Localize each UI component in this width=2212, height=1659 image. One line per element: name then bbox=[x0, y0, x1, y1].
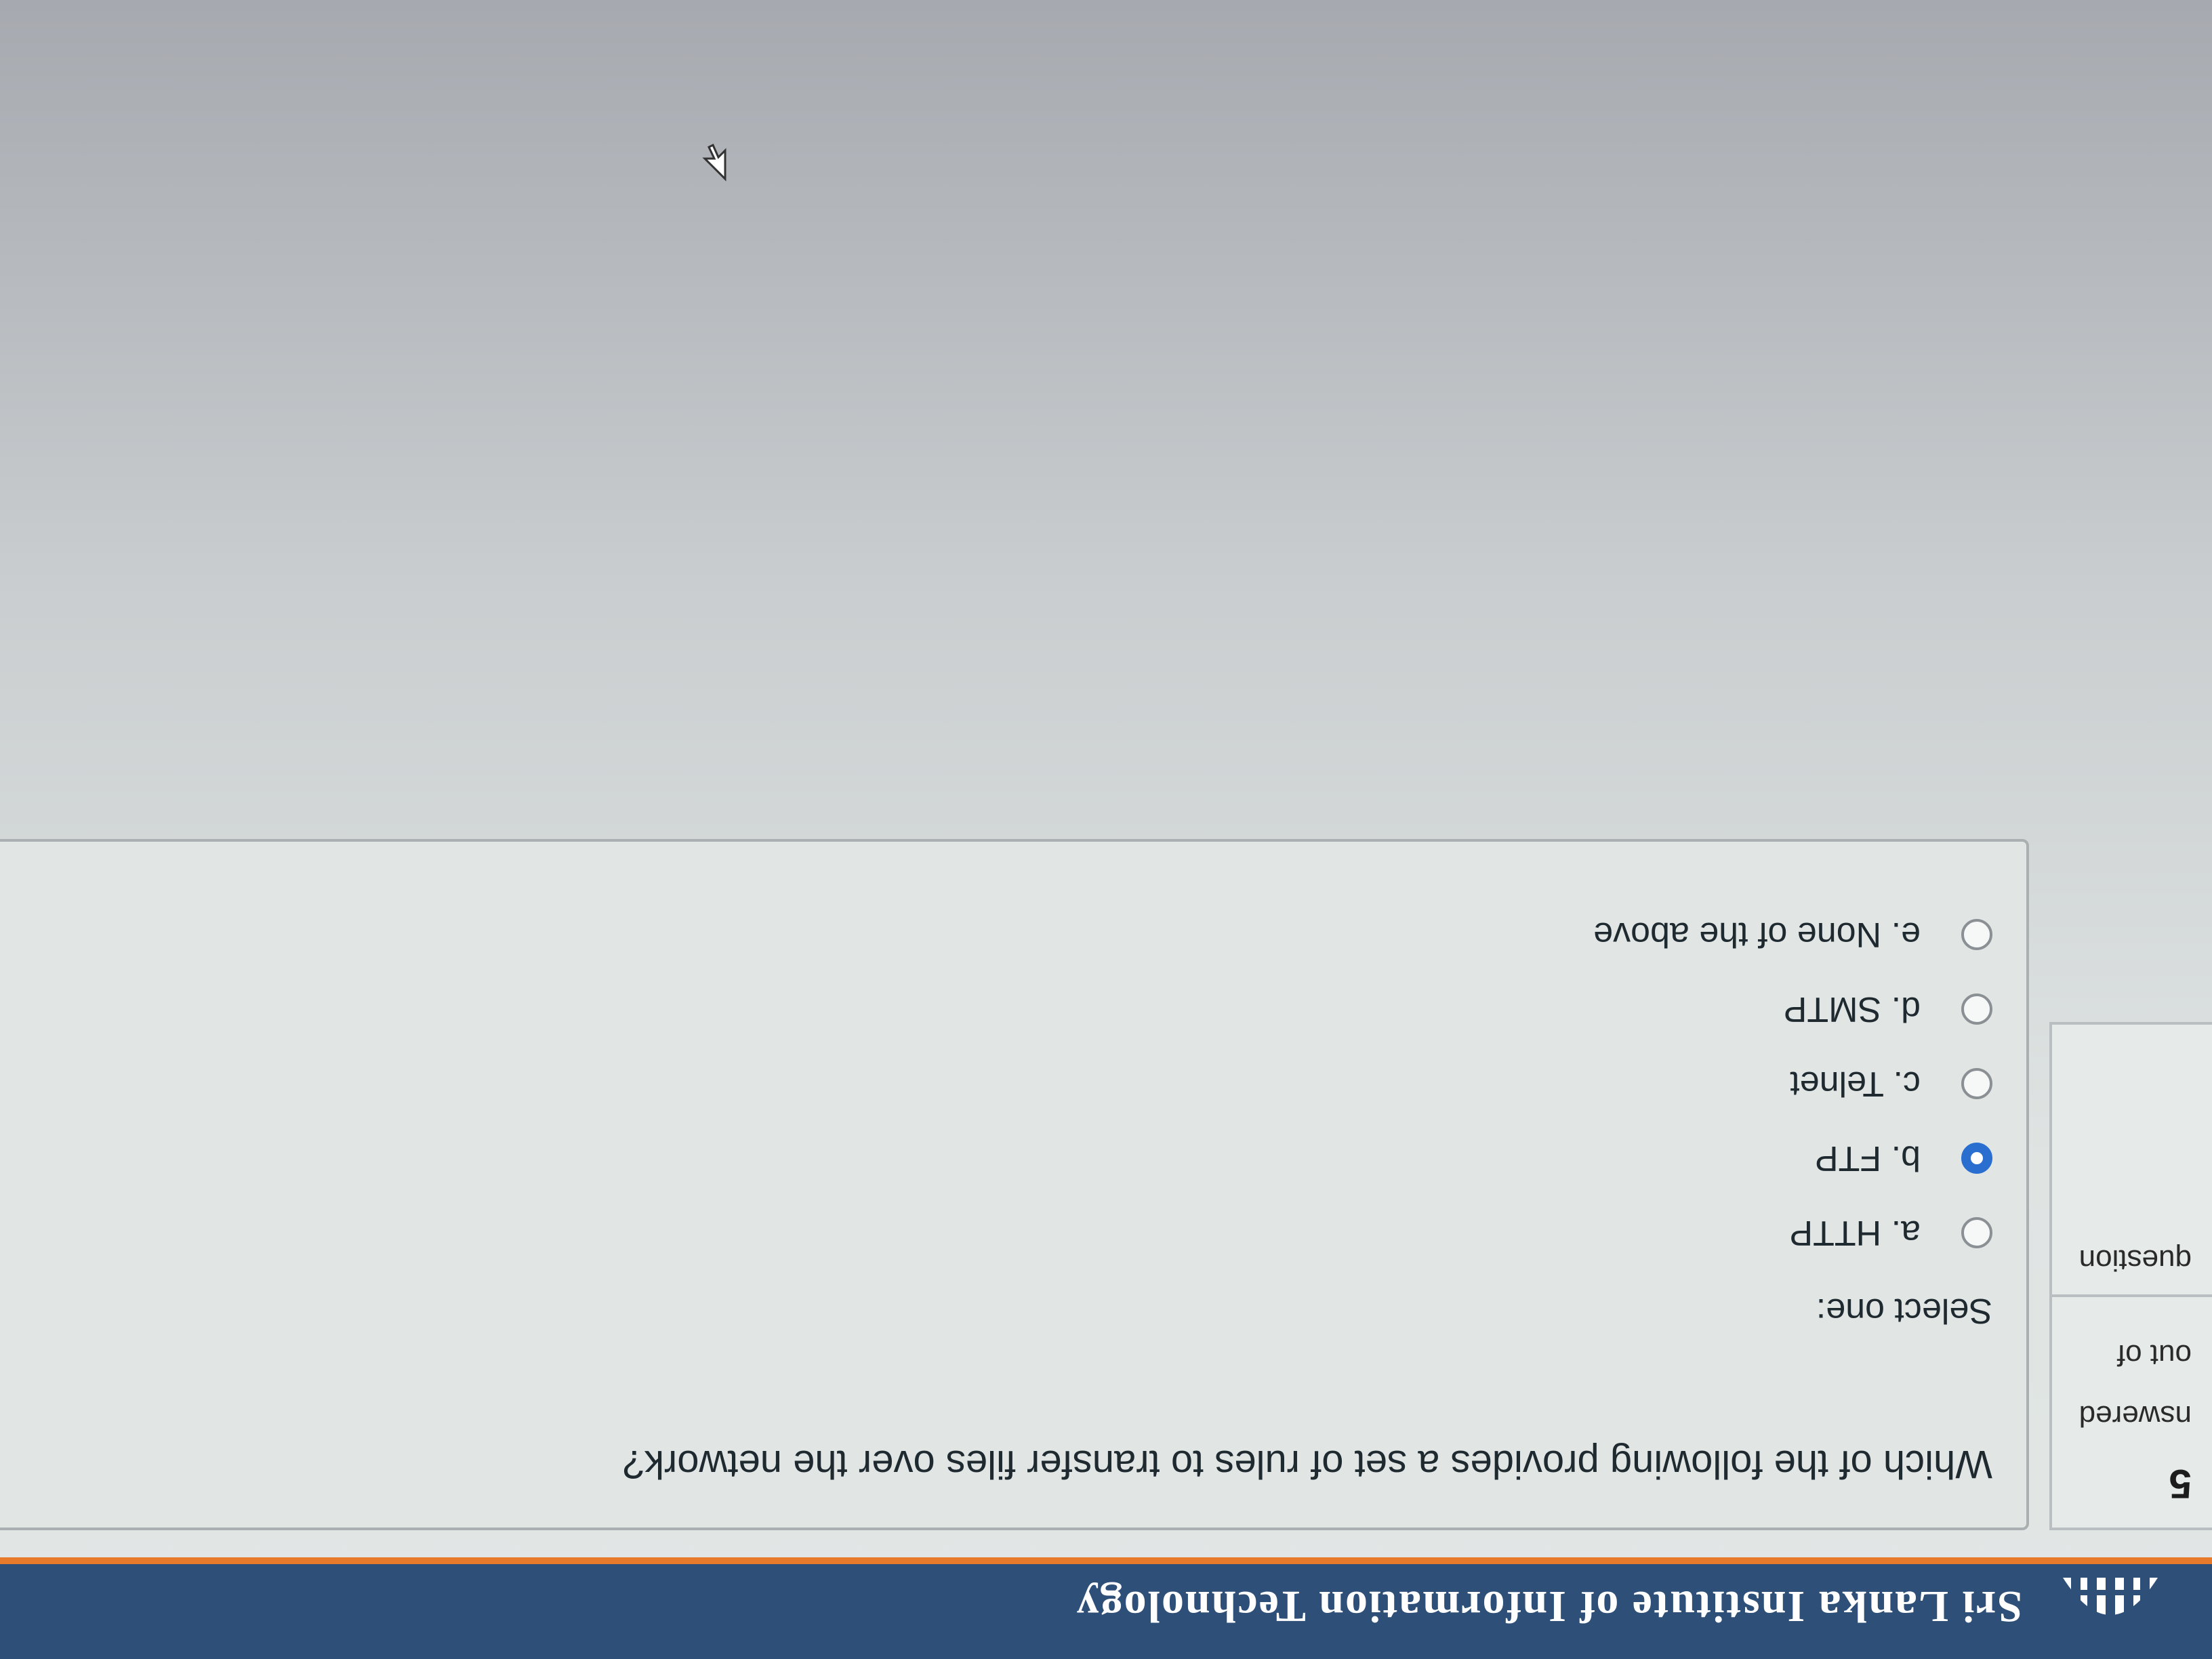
option-c[interactable]: c. Telnet bbox=[1790, 1060, 1992, 1107]
question-panel: Which of the following provides a set of… bbox=[0, 839, 2029, 1530]
option-label-e: e. None of the above bbox=[1593, 915, 1921, 954]
question-info-panel: 5 nswered out of question bbox=[2049, 1022, 2212, 1530]
question-number: 5 bbox=[2169, 1461, 2192, 1507]
info-divider bbox=[2049, 1294, 2212, 1297]
option-label-b: b. FTP bbox=[1814, 1139, 1921, 1178]
site-header: Sri Lanka Institute of Information Techn… bbox=[0, 1557, 2212, 1659]
option-a[interactable]: a. HTTP bbox=[1789, 1209, 1992, 1256]
question-marks: out of bbox=[2116, 1338, 2192, 1372]
question-text: Which of the following provides a set of… bbox=[622, 1442, 1992, 1486]
option-label-a: a. HTTP bbox=[1789, 1213, 1921, 1252]
institute-logo-icon[interactable] bbox=[2056, 1571, 2165, 1645]
browser-screen: Sri Lanka Institute of Information Techn… bbox=[0, 0, 2212, 1659]
site-title[interactable]: Sri Lanka Institute of Information Techn… bbox=[1076, 1580, 2022, 1632]
mouse-pointer-icon bbox=[702, 143, 726, 182]
select-one-label: Select one: bbox=[1816, 1291, 1992, 1330]
option-d[interactable]: d. SMTP bbox=[1784, 985, 1992, 1033]
question-status: nswered bbox=[2078, 1399, 2192, 1433]
radio-button-d[interactable] bbox=[1961, 994, 1992, 1025]
flag-question-link[interactable]: question bbox=[2079, 1243, 2192, 1277]
radio-button-a[interactable] bbox=[1961, 1217, 1992, 1248]
option-label-c: c. Telnet bbox=[1790, 1064, 1921, 1103]
radio-button-e[interactable] bbox=[1961, 919, 1992, 950]
radio-button-b[interactable] bbox=[1961, 1143, 1992, 1174]
option-b[interactable]: b. FTP bbox=[1815, 1134, 1992, 1182]
radio-button-c[interactable] bbox=[1961, 1068, 1992, 1099]
option-label-d: d. SMTP bbox=[1783, 989, 1921, 1029]
option-e[interactable]: e. None of the above bbox=[1593, 911, 1992, 958]
